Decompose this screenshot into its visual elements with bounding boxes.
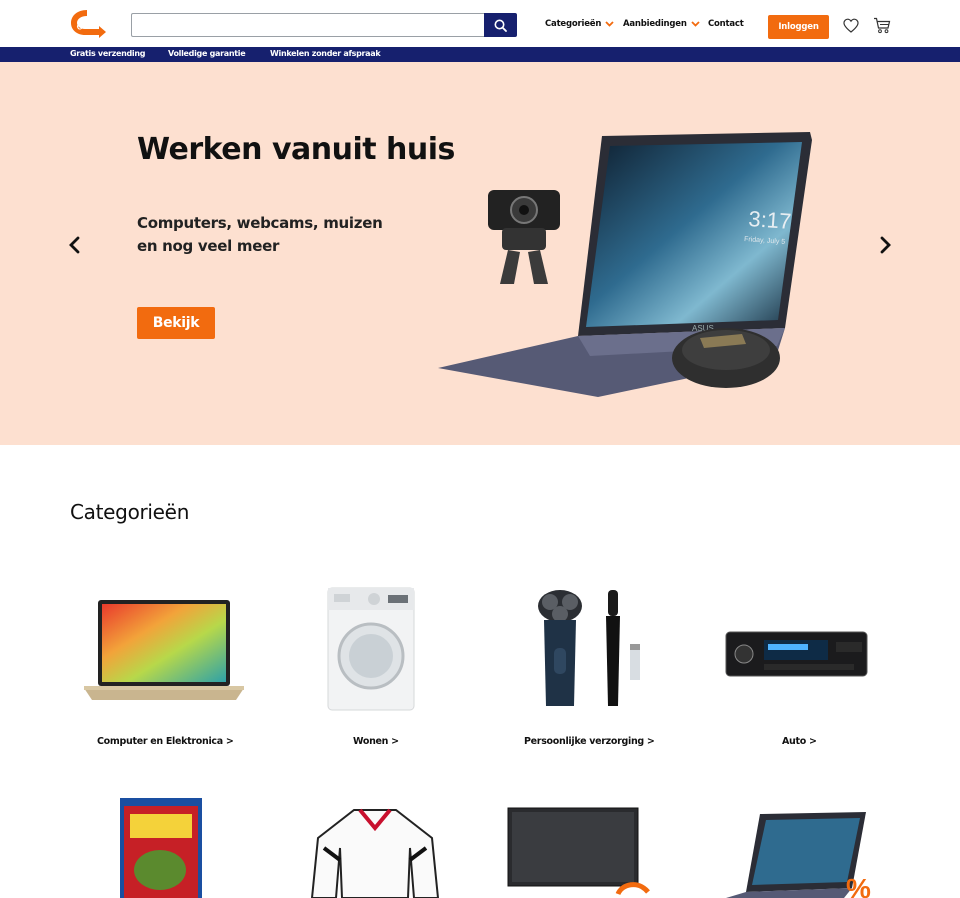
shaver-image[interactable] xyxy=(520,588,660,712)
chevron-down-icon xyxy=(605,21,614,27)
hero-products-image: 3:17 Friday, July 5 ASUS xyxy=(438,132,812,397)
hero-subtitle-line1: Computers, webcams, muizen xyxy=(137,214,383,232)
hero-banner: Werken vanuit huis Computers, webcams, m… xyxy=(0,62,960,445)
sale-laptop-image[interactable]: % xyxy=(724,810,874,898)
carousel-prev-icon[interactable] xyxy=(68,236,82,254)
correct-logo[interactable]: Correct xyxy=(69,8,106,38)
search-bar xyxy=(131,13,517,37)
washing-machine-image[interactable] xyxy=(326,586,416,712)
search-input[interactable] xyxy=(131,13,485,37)
hero-view-button[interactable]: Bekijk xyxy=(137,307,215,339)
carousel-next-icon[interactable] xyxy=(878,236,892,254)
nav-categories-label: Categorieën xyxy=(545,19,602,29)
usp-free-shipping: Gratis verzending xyxy=(70,49,146,58)
usp-full-warranty: Volledige garantie xyxy=(168,49,246,58)
category-home[interactable]: Wonen > xyxy=(353,736,399,747)
usp-bar: Gratis verzending Volledige garantie Win… xyxy=(0,47,960,62)
search-button[interactable] xyxy=(484,13,517,37)
car-radio-image[interactable] xyxy=(724,630,869,680)
dvd-image[interactable] xyxy=(118,798,202,898)
search-icon xyxy=(494,19,507,32)
nav-contact[interactable]: Contact xyxy=(708,19,744,29)
heart-icon[interactable] xyxy=(843,18,859,33)
hero-subtitle: Computers, webcams, muizen en nog veel m… xyxy=(137,212,397,258)
laptop-image[interactable] xyxy=(84,598,244,702)
usp-no-appointment: Winkelen zonder afspraak xyxy=(270,49,381,58)
jacket-image[interactable] xyxy=(310,808,440,898)
tv-image[interactable] xyxy=(506,806,656,898)
nav-offers[interactable]: Aanbiedingen xyxy=(623,19,700,29)
hero-title: Werken vanuit huis xyxy=(137,132,455,167)
cart-icon[interactable] xyxy=(873,17,891,34)
nav-categories[interactable]: Categorieën xyxy=(545,19,614,29)
site-header: Correct Categorieën Aanbiedingen Contact… xyxy=(0,0,960,47)
category-computer-electronics[interactable]: Computer en Elektronica > xyxy=(97,736,234,747)
category-personal-care[interactable]: Persoonlijke verzorging > xyxy=(524,736,655,747)
svg-text:%: % xyxy=(846,873,871,898)
nav-contact-label: Contact xyxy=(708,19,744,29)
login-button[interactable]: Inloggen xyxy=(768,15,829,39)
laptop-clock: 3:17 xyxy=(748,206,792,234)
hero-subtitle-line2: en nog veel meer xyxy=(137,237,280,255)
chevron-down-icon xyxy=(691,21,700,27)
categories-title: Categorieën xyxy=(70,500,190,524)
nav-offers-label: Aanbiedingen xyxy=(623,19,687,29)
category-auto[interactable]: Auto > xyxy=(782,736,817,747)
